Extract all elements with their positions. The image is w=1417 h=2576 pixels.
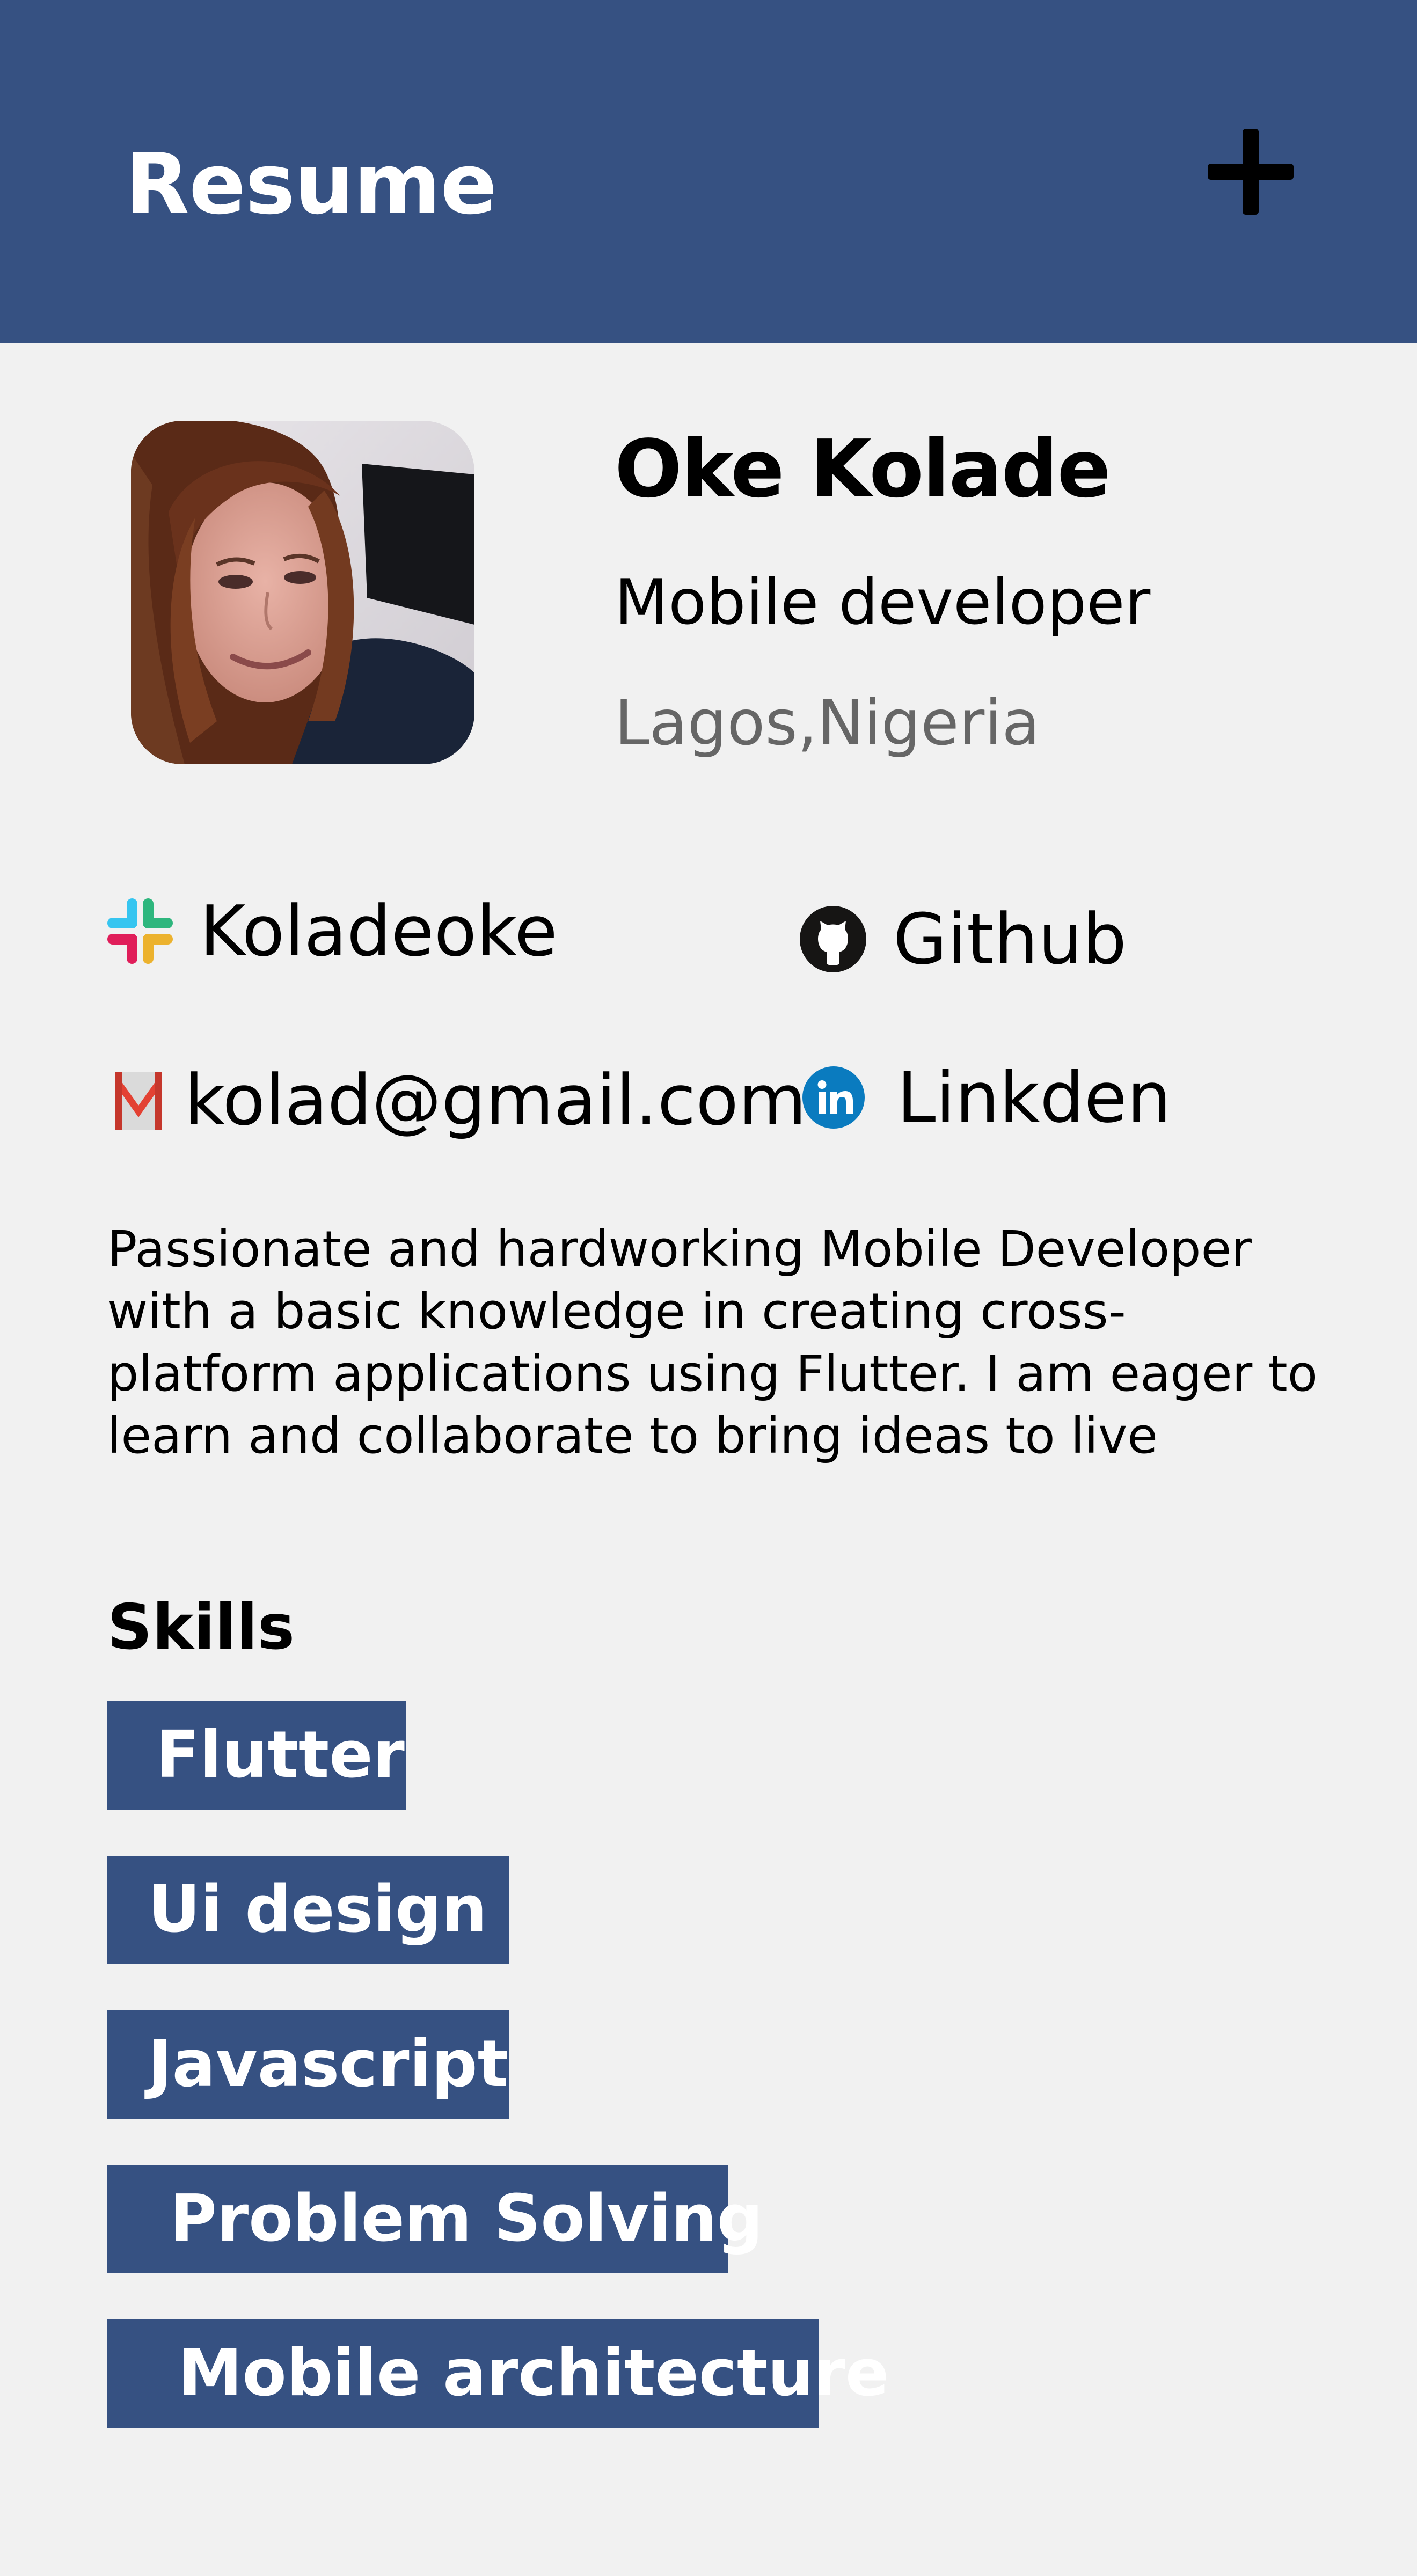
app-bar: Resume [0,0,1417,343]
slack-contact-link[interactable]: Koladeoke [105,896,558,966]
skill-chip[interactable]: Problem Solving [107,2165,763,2273]
profile-photo [131,421,474,764]
linkedin-icon [802,1066,865,1129]
plus-icon [1208,129,1294,215]
profile-role: Mobile developer [615,566,1151,639]
skill-chip[interactable]: Javascript [107,2010,509,2119]
slack-icon [107,898,173,964]
github-label: Github [893,898,1127,980]
gmail-contact-link[interactable]: kolad@gmail.com [113,1065,807,1135]
gmail-icon [115,1072,162,1130]
profile-name: Oke Kolade [615,423,1111,515]
github-contact-link[interactable]: Github [800,904,1127,974]
add-button[interactable] [1202,123,1299,220]
linkedin-label: Linkden [897,1057,1172,1138]
app-title: Resume [125,135,497,233]
skill-chip[interactable]: Mobile architecture [107,2319,889,2428]
linkedin-contact-link[interactable]: Linkden [801,1063,1171,1132]
email-address: kolad@gmail.com [185,1059,807,1141]
skill-chip[interactable]: Ui design [107,1856,509,1964]
skills-heading: Skills [107,1591,295,1664]
bio-text: Passionate and hardworking Mobile Develo… [107,1220,1318,1465]
slack-username: Koladeoke [200,890,558,972]
skill-chip[interactable]: Flutter [107,1701,406,1810]
profile-location: Lagos,Nigeria [615,687,1040,759]
github-icon [800,906,866,972]
avatar [131,421,474,764]
